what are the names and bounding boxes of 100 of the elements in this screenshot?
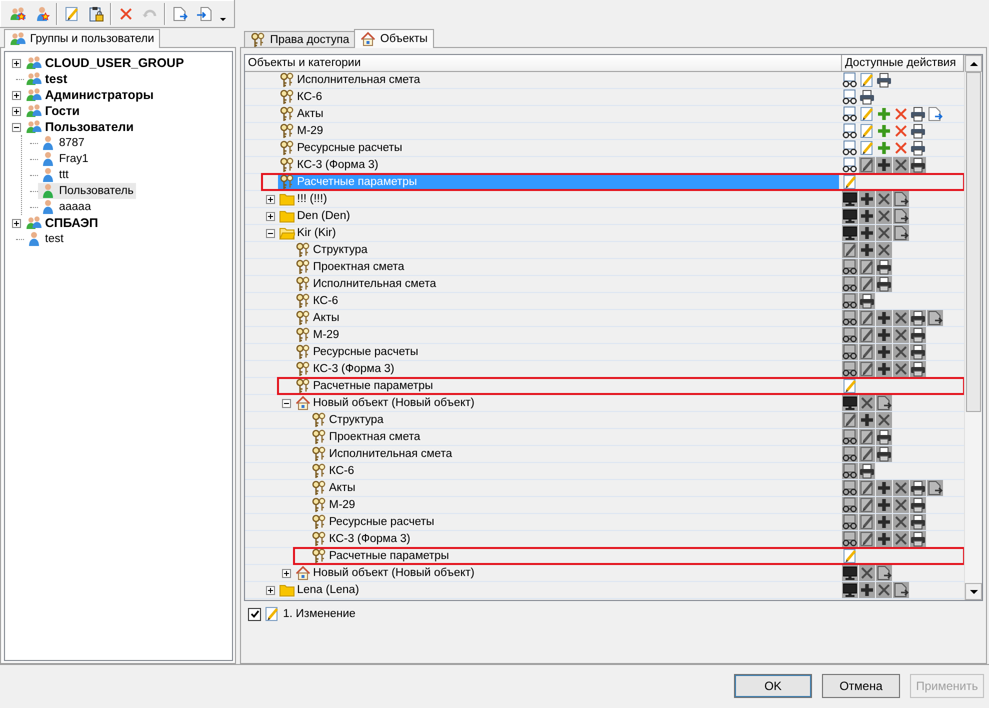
plus-icon[interactable]: [876, 123, 892, 139]
tree-row[interactable]: М-29: [310, 497, 839, 513]
pencil-icon[interactable]: [859, 429, 875, 445]
tree-row[interactable]: Проектная смета: [294, 259, 839, 275]
page-arrow-icon[interactable]: [893, 225, 909, 241]
cross-icon[interactable]: [893, 344, 909, 360]
tree-item[interactable]: CLOUD_USER_GROUP: [24, 55, 186, 71]
monitor-icon[interactable]: [842, 225, 858, 241]
cross-icon[interactable]: [893, 480, 909, 496]
glasses-icon[interactable]: [842, 344, 858, 360]
pencil-icon[interactable]: [859, 310, 875, 326]
tree-row[interactable]: Расчетные параметры: [294, 378, 839, 394]
plus-icon[interactable]: [876, 157, 892, 173]
pencil-icon[interactable]: [859, 480, 875, 496]
tree-row[interactable]: Структура: [310, 412, 839, 428]
pencil-icon[interactable]: [859, 344, 875, 360]
plus-icon[interactable]: [876, 480, 892, 496]
cross-icon[interactable]: [876, 582, 892, 598]
plus-icon[interactable]: [876, 327, 892, 343]
pencil-icon[interactable]: [859, 531, 875, 547]
page-arrow-icon[interactable]: [876, 565, 892, 581]
tree-row[interactable]: Kir (Kir): [278, 225, 839, 241]
printer-icon[interactable]: [910, 361, 926, 377]
tree-row[interactable]: !!! (!!!): [278, 191, 839, 207]
tree-row[interactable]: Акты: [278, 106, 839, 122]
pencil-icon[interactable]: [842, 242, 858, 258]
tree-toggle[interactable]: [266, 212, 274, 220]
glasses-icon[interactable]: [842, 514, 858, 530]
printer-icon[interactable]: [859, 293, 875, 309]
tree-row[interactable]: Акты: [310, 480, 839, 496]
glasses-icon[interactable]: [842, 293, 858, 309]
pencil-icon[interactable]: [859, 514, 875, 530]
plus-icon[interactable]: [876, 514, 892, 530]
cross-icon[interactable]: [893, 497, 909, 513]
tree-row[interactable]: Проектная смета: [310, 429, 839, 445]
monitor-icon[interactable]: [842, 565, 858, 581]
tree-toggle[interactable]: [12, 106, 20, 116]
tree-toggle[interactable]: [266, 586, 274, 594]
tree-row[interactable]: Lena (Lena): [278, 582, 839, 598]
plus-icon[interactable]: [859, 225, 875, 241]
tree-row[interactable]: Акты: [294, 310, 839, 326]
plus-icon[interactable]: [876, 344, 892, 360]
printer-icon[interactable]: [876, 429, 892, 445]
tab[interactable]: Права доступа: [244, 31, 356, 47]
pencil-icon[interactable]: [842, 412, 858, 428]
printer-icon[interactable]: [910, 344, 926, 360]
glasses-icon[interactable]: [842, 531, 858, 547]
tree-toggle[interactable]: [12, 218, 20, 228]
tree-toggle[interactable]: [12, 122, 20, 132]
plus-icon[interactable]: [876, 497, 892, 513]
page-arrow-icon[interactable]: [927, 106, 943, 122]
glasses-icon[interactable]: [842, 463, 858, 479]
glasses-icon[interactable]: [842, 497, 858, 513]
cross-icon[interactable]: [893, 157, 909, 173]
printer-icon[interactable]: [910, 123, 926, 139]
tree-row[interactable]: М-29: [294, 327, 839, 343]
pencil-icon[interactable]: [859, 361, 875, 377]
tree-row[interactable]: КС-3 (Форма 3): [310, 531, 839, 547]
tree-toggle[interactable]: [266, 194, 274, 204]
page-arrow-icon[interactable]: [876, 395, 892, 411]
tab[interactable]: Группы и пользователи: [4, 29, 160, 48]
monitor-icon[interactable]: [842, 395, 858, 411]
printer-icon[interactable]: [859, 89, 875, 105]
scroll-up-button[interactable]: [965, 55, 982, 72]
printer-icon[interactable]: [876, 259, 892, 275]
tree-item[interactable]: aaaaa: [38, 199, 93, 215]
tree-row[interactable]: Ресурсные расчеты: [310, 514, 839, 530]
plus-icon[interactable]: [859, 191, 875, 207]
monitor-icon[interactable]: [842, 191, 858, 207]
plus-icon[interactable]: [859, 208, 875, 224]
pencil-icon[interactable]: [842, 548, 858, 564]
tree-row[interactable]: Новый объект (Новый объект): [294, 565, 839, 581]
tree-row[interactable]: Расчетные параметры: [310, 548, 839, 564]
tree-row[interactable]: КС-6: [310, 463, 839, 479]
tree-item[interactable]: test: [24, 71, 70, 87]
pencil-icon[interactable]: [859, 276, 875, 292]
page-arrow-icon[interactable]: [893, 208, 909, 224]
tree-toggle[interactable]: [12, 58, 20, 68]
plus-icon[interactable]: [859, 412, 875, 428]
cross-icon[interactable]: [893, 327, 909, 343]
page-arrow-icon[interactable]: [893, 191, 909, 207]
glasses-icon[interactable]: [842, 480, 858, 496]
cross-icon[interactable]: [893, 310, 909, 326]
tree-toggle[interactable]: [12, 90, 20, 100]
page-arrow-icon[interactable]: [927, 310, 943, 326]
tree-row[interactable]: Исполнительная смета: [294, 276, 839, 292]
cross-icon[interactable]: [893, 514, 909, 530]
dialog-button[interactable]: OK: [734, 674, 812, 698]
tree-row[interactable]: Den (Den): [278, 208, 839, 224]
tree-item[interactable]: Администраторы: [24, 87, 156, 103]
tree-row[interactable]: Ресурсные расчеты: [294, 344, 839, 360]
glasses-icon[interactable]: [842, 157, 858, 173]
plus-icon[interactable]: [876, 310, 892, 326]
tab[interactable]: Объекты: [354, 29, 434, 48]
glasses-icon[interactable]: [842, 140, 858, 156]
checkbox[interactable]: [248, 608, 261, 620]
plus-icon[interactable]: [859, 582, 875, 598]
printer-icon[interactable]: [859, 463, 875, 479]
plus-icon[interactable]: [876, 106, 892, 122]
tree-item[interactable]: Fray1: [38, 151, 90, 167]
